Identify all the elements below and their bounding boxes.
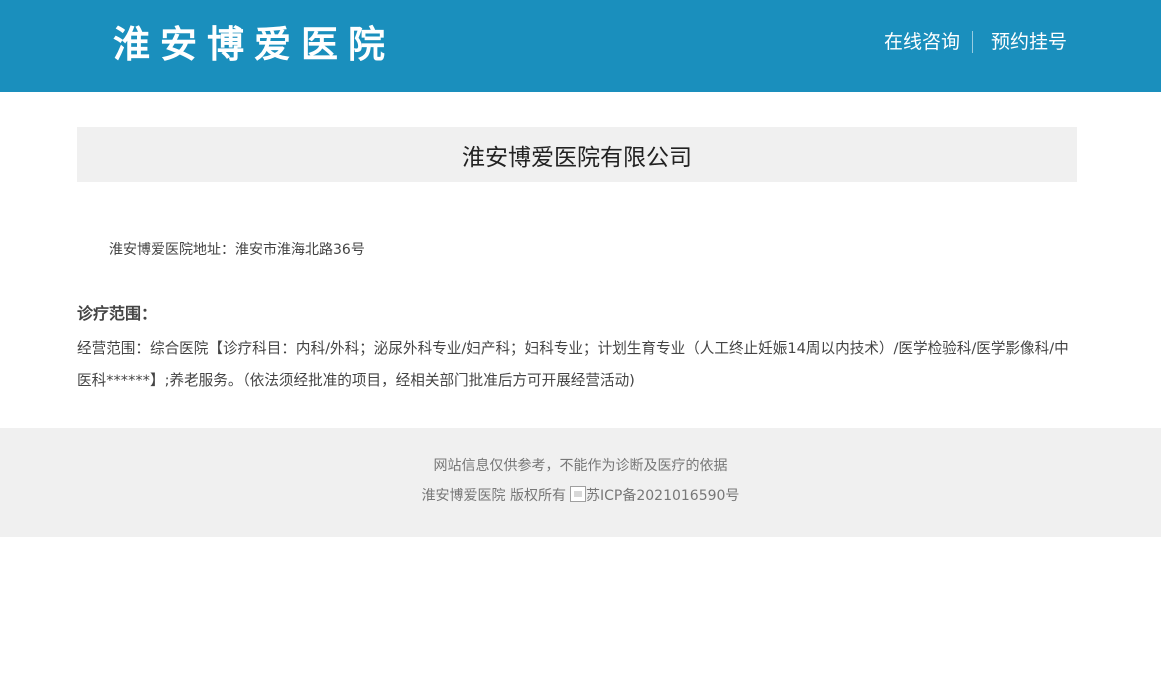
icp-link[interactable]: 苏ICP备2021016590号 bbox=[586, 488, 739, 504]
nav-divider bbox=[971, 31, 973, 53]
footer-copyright: 淮安博爱医院 版权所有 bbox=[421, 488, 567, 504]
header-nav: 在线咨询 预约挂号 bbox=[884, 29, 1067, 55]
broken-image-icon bbox=[570, 486, 587, 502]
footer-copyright-line: 淮安博爱医院 版权所有 苏ICP备2021016590号 bbox=[0, 480, 1161, 512]
page-title: 淮安博爱医院有限公司 bbox=[462, 144, 692, 171]
appointment-link[interactable]: 预约挂号 bbox=[991, 29, 1067, 55]
scope-heading: 诊疗范围： bbox=[77, 304, 158, 323]
site-footer: 网站信息仅供参考，不能作为诊断及医疗的依据 淮安博爱医院 版权所有 苏ICP备20… bbox=[0, 428, 1161, 537]
company-title-box: 淮安博爱医院有限公司 bbox=[77, 127, 1077, 182]
footer-disclaimer: 网站信息仅供参考，不能作为诊断及医疗的依据 bbox=[433, 458, 728, 474]
hospital-address: 淮安博爱医院地址：淮安市淮海北路36号 bbox=[109, 242, 365, 258]
scope-text: 经营范围：综合医院【诊疗科目：内科/外科；泌尿外科专业/妇产科；妇科专业；计划生… bbox=[77, 340, 1069, 389]
online-consult-link[interactable]: 在线咨询 bbox=[884, 29, 960, 55]
site-logo[interactable]: 淮安博爱医院 bbox=[113, 22, 395, 68]
site-header: 淮安博爱医院 在线咨询 预约挂号 bbox=[0, 0, 1161, 92]
